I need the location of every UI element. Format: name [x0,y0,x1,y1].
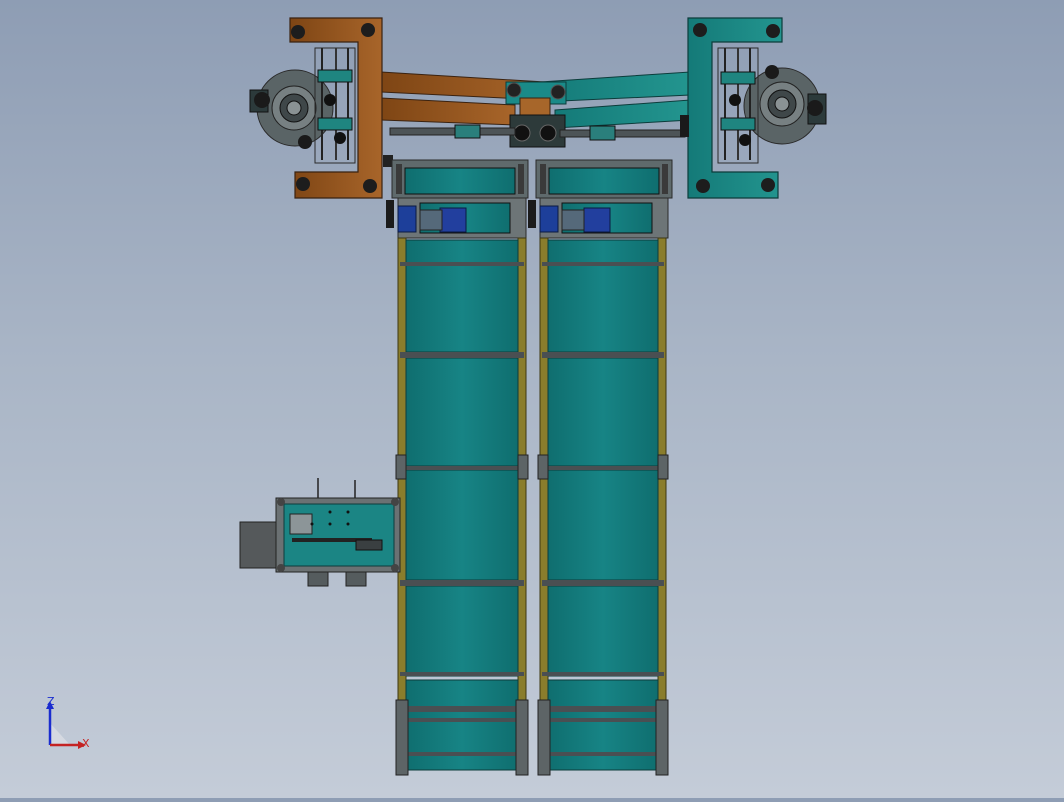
x-axis-label: X [82,737,90,750]
drive-shaft-left [389,124,516,139]
assembly-top-view [239,17,827,776]
triad-plane [50,723,70,745]
conveyor-right [528,159,673,776]
cad-graphics-area[interactable]: Z X [0,0,1064,798]
view-orientation-triad: Z X [46,695,90,750]
control-cabinet [239,478,401,587]
motor-right-a [539,205,559,233]
right-turntable [743,65,827,145]
teal-arm-lower [554,99,691,129]
brown-arm-lower [379,97,516,126]
z-axis-label: Z [47,695,55,708]
motor-left-a [397,205,417,233]
left-mechanism-detail [314,47,356,164]
drive-shaft-right [559,125,686,141]
conveyor-left [386,159,529,776]
center-hub [505,81,567,148]
